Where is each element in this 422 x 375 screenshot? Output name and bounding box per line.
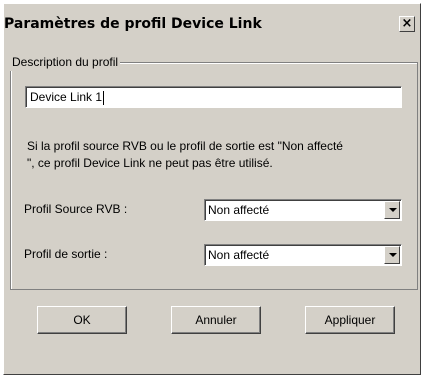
apply-button[interactable]: Appliquer <box>305 306 395 334</box>
window-title: Paramètres de profil Device Link <box>4 16 262 32</box>
close-icon: × <box>401 16 413 31</box>
ok-button[interactable]: OK <box>37 306 127 334</box>
info-line-1: Si la profil source RVB ou le profil de … <box>27 139 343 153</box>
text-caret <box>103 90 105 105</box>
source-profile-label: Profil Source RVB : <box>24 202 128 216</box>
profile-name-field[interactable]: Device Link 1 <box>25 86 402 108</box>
info-text: Si la profil source RVB ou le profil de … <box>27 138 407 172</box>
chevron-down-icon[interactable] <box>384 201 400 219</box>
profile-name-value: Device Link 1 <box>30 90 103 104</box>
output-profile-label: Profil de sortie : <box>24 247 108 261</box>
source-profile-select[interactable]: Non affecté <box>204 199 402 221</box>
output-profile-select[interactable]: Non affecté <box>204 244 402 266</box>
title-bar: Paramètres de profil Device Link × <box>4 10 416 38</box>
chevron-down-icon[interactable] <box>384 246 400 264</box>
close-button[interactable]: × <box>399 16 415 32</box>
source-profile-value: Non affecté <box>208 203 270 217</box>
info-line-2: ", ce profil Device Link ne peut pas êtr… <box>27 156 273 170</box>
group-legend: Description du profil <box>10 53 121 71</box>
output-profile-value: Non affecté <box>208 248 270 262</box>
cancel-button[interactable]: Annuler <box>171 306 261 334</box>
